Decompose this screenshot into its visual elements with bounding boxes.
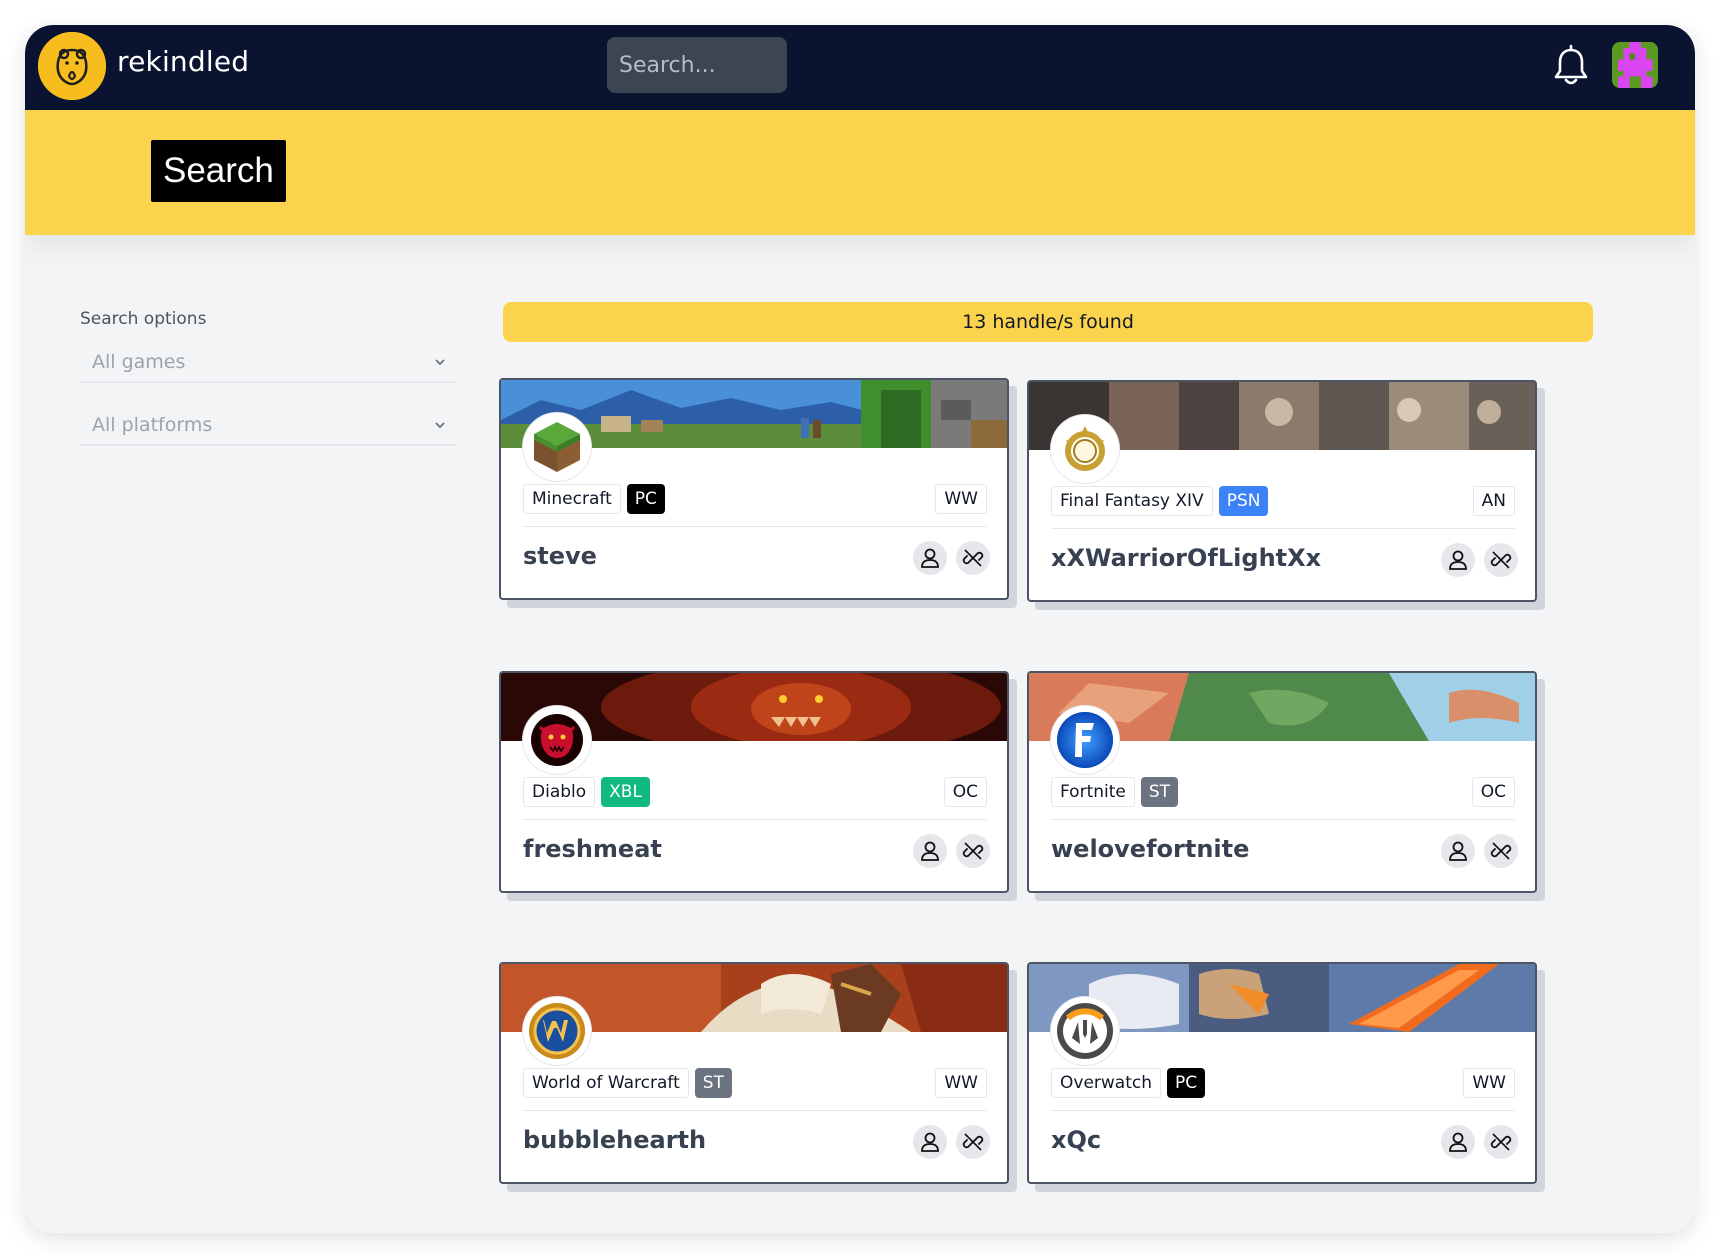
view-profile-button[interactable] bbox=[1441, 1125, 1475, 1159]
region-badge: OC bbox=[1471, 777, 1515, 807]
handle-name: welovefortnite bbox=[1051, 835, 1250, 863]
handle-name: xQc bbox=[1051, 1126, 1102, 1154]
unlink-button[interactable] bbox=[1484, 543, 1518, 577]
region-badge: WW bbox=[935, 484, 987, 514]
page-title: Search bbox=[151, 140, 286, 202]
unlink-icon bbox=[962, 842, 984, 860]
unlink-button[interactable] bbox=[1484, 834, 1518, 868]
platforms-select-value: All platforms bbox=[92, 414, 213, 436]
user-avatar[interactable] bbox=[1612, 42, 1658, 88]
unlink-icon bbox=[962, 1133, 984, 1151]
unlink-button[interactable] bbox=[1484, 1125, 1518, 1159]
results-count-banner: 13 handle/s found bbox=[503, 302, 1593, 342]
region-badge: WW bbox=[935, 1068, 987, 1098]
user-icon bbox=[921, 1132, 939, 1152]
user-icon bbox=[921, 841, 939, 861]
diablo-demon-icon bbox=[523, 706, 591, 774]
handle-name: xXWarriorOfLightXx bbox=[1051, 544, 1322, 572]
view-profile-button[interactable] bbox=[1441, 543, 1475, 577]
page-header: Search bbox=[25, 110, 1695, 235]
rekindled-logo-icon[interactable] bbox=[38, 32, 106, 100]
region-badge: OC bbox=[943, 777, 987, 807]
platform-badge: ST bbox=[1140, 777, 1179, 807]
region-badge: AN bbox=[1472, 486, 1515, 516]
wow-w-icon bbox=[523, 997, 591, 1065]
user-icon bbox=[921, 548, 939, 568]
handle-card[interactable]: Minecraft PC WW steve bbox=[499, 378, 1009, 600]
handle-card[interactable]: Diablo XBL OC freshmeat bbox=[499, 671, 1009, 893]
divider bbox=[523, 1110, 987, 1111]
unlink-button[interactable] bbox=[956, 541, 990, 575]
platform-badge: PC bbox=[626, 484, 665, 514]
minecraft-grass-block-icon bbox=[523, 413, 591, 481]
handle-name: freshmeat bbox=[523, 835, 662, 863]
handle-card[interactable]: Overwatch PC WW xQc bbox=[1027, 962, 1537, 1184]
chevron-down-icon bbox=[435, 359, 445, 366]
overwatch-icon bbox=[1051, 997, 1119, 1065]
unlink-button[interactable] bbox=[956, 834, 990, 868]
game-name-tag: Overwatch bbox=[1051, 1068, 1161, 1098]
search-input[interactable] bbox=[607, 37, 787, 93]
chevron-down-icon bbox=[435, 422, 445, 429]
handle-name: bubblehearth bbox=[523, 1126, 707, 1154]
user-icon bbox=[1449, 550, 1467, 570]
view-profile-button[interactable] bbox=[913, 541, 947, 575]
platform-badge: PSN bbox=[1218, 486, 1269, 516]
bell-icon[interactable] bbox=[1552, 44, 1590, 86]
game-name-tag: World of Warcraft bbox=[523, 1068, 689, 1098]
unlink-icon bbox=[962, 549, 984, 567]
divider bbox=[1051, 528, 1515, 529]
platform-badge: PC bbox=[1167, 1068, 1206, 1098]
game-name-tag: Diablo bbox=[523, 777, 596, 807]
region-badge: WW bbox=[1463, 1068, 1515, 1098]
handle-name: steve bbox=[523, 542, 597, 570]
user-icon bbox=[1449, 1132, 1467, 1152]
unlink-icon bbox=[1490, 1133, 1512, 1151]
unlink-button[interactable] bbox=[956, 1125, 990, 1159]
platforms-select[interactable]: All platforms bbox=[80, 406, 457, 446]
handle-card[interactable]: Fortnite ST OC welovefortnite bbox=[1027, 671, 1537, 893]
user-icon bbox=[1449, 841, 1467, 861]
view-profile-button[interactable] bbox=[913, 1125, 947, 1159]
divider bbox=[523, 526, 987, 527]
divider bbox=[1051, 819, 1515, 820]
navbar: rekindled bbox=[25, 25, 1695, 110]
fortnite-f-icon bbox=[1051, 706, 1119, 774]
app-window: rekindled Search Search o bbox=[25, 25, 1695, 1233]
unlink-icon bbox=[1490, 842, 1512, 860]
divider bbox=[523, 819, 987, 820]
ffxiv-crystal-icon bbox=[1051, 415, 1119, 483]
handle-card[interactable]: World of Warcraft ST WW bubblehearth bbox=[499, 962, 1009, 1184]
divider bbox=[1051, 1110, 1515, 1111]
platform-badge: XBL bbox=[601, 777, 650, 807]
platform-badge: ST bbox=[694, 1068, 732, 1098]
game-name-tag: Final Fantasy XIV bbox=[1051, 486, 1213, 516]
unlink-icon bbox=[1490, 551, 1512, 569]
game-name-tag: Minecraft bbox=[523, 484, 621, 514]
games-select[interactable]: All games bbox=[80, 343, 457, 383]
view-profile-button[interactable] bbox=[913, 834, 947, 868]
view-profile-button[interactable] bbox=[1441, 834, 1475, 868]
brand-name[interactable]: rekindled bbox=[117, 45, 249, 78]
games-select-value: All games bbox=[92, 351, 186, 373]
game-name-tag: Fortnite bbox=[1051, 777, 1135, 807]
handle-card[interactable]: Final Fantasy XIV PSN AN xXWarriorOfLigh… bbox=[1027, 380, 1537, 602]
search-options-label: Search options bbox=[80, 309, 207, 329]
